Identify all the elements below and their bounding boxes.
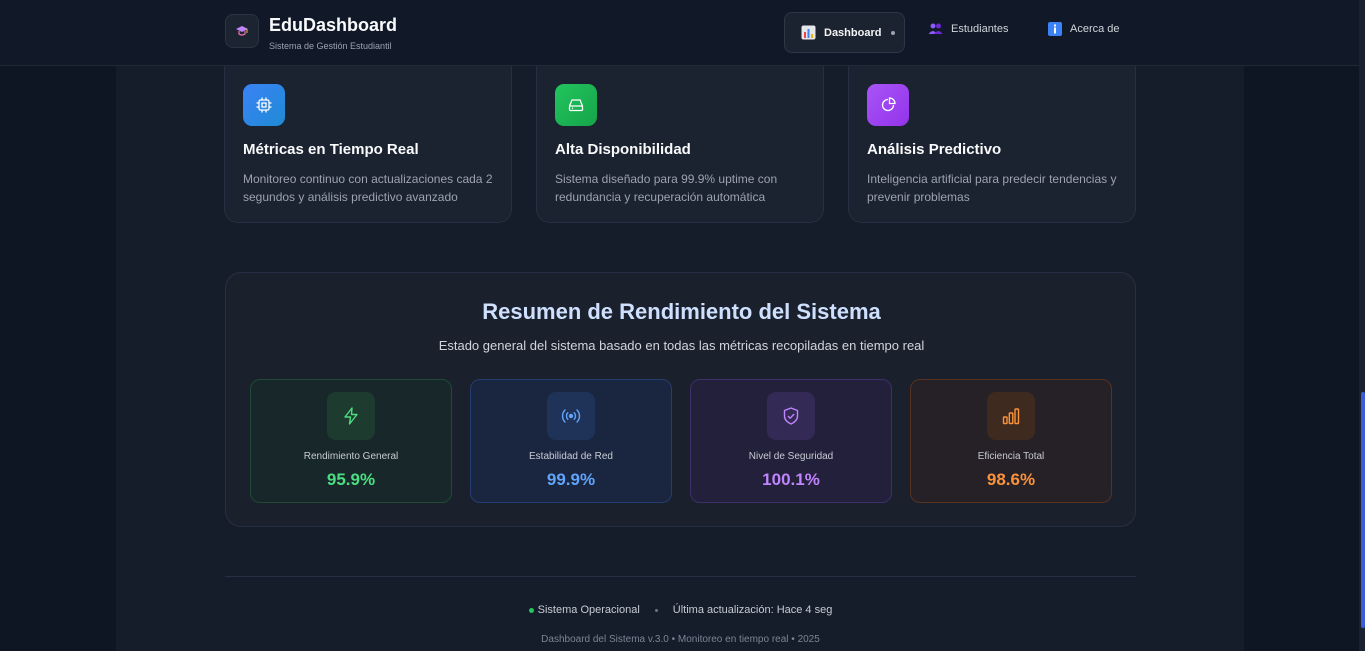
feature-card: Alta Disponibilidad Sistema diseñado par…	[536, 66, 824, 223]
footer-copyright: Dashboard del Sistema v.3.0 • Monitoreo …	[541, 634, 820, 645]
feature-icon-box	[867, 84, 909, 126]
summary-subtitle: Estado general del sistema basado en tod…	[438, 338, 925, 353]
metric-value: 98.6%	[986, 470, 1036, 489]
nav-tab-estudiantes[interactable]: Estudiantes	[928, 22, 1008, 35]
status-text: Sistema Operacional	[537, 604, 640, 616]
separator-dot	[654, 608, 658, 612]
metric-value: 95.9%	[326, 470, 376, 489]
system-status: Sistema Operacional	[528, 604, 640, 616]
feature-description: Inteligencia artificial para predecir te…	[867, 172, 1117, 204]
feature-title: Métricas en Tiempo Real	[243, 141, 419, 158]
metric-value: 100.1%	[762, 470, 820, 489]
hard-drive-icon	[568, 99, 584, 112]
feature-description: Monitoreo continuo con actualizaciones c…	[243, 172, 493, 204]
performance-summary-panel: Resumen de Rendimiento del Sistema Estad…	[225, 272, 1136, 527]
bar-chart-icon	[801, 25, 816, 40]
lightning-icon	[344, 407, 358, 425]
footer-status-bar: Sistema Operacional Última actualización…	[0, 604, 1361, 616]
pie-chart-icon	[881, 97, 896, 112]
scrollbar-thumb[interactable]	[1361, 392, 1365, 628]
nav-label-dashboard: Dashboard	[824, 26, 882, 39]
status-dot-icon	[528, 608, 534, 613]
app-logo[interactable]	[225, 14, 259, 48]
metric-icon-box	[547, 392, 595, 440]
cpu-icon	[256, 97, 272, 113]
summary-title: Resumen de Rendimiento del Sistema	[482, 299, 881, 324]
last-update-text: Última actualización: Hace 4 seg	[672, 604, 833, 616]
nav-label-acerca-de: Acerca de	[1070, 23, 1120, 35]
users-icon	[928, 23, 943, 34]
metric-label: Rendimiento General	[303, 451, 399, 462]
app-name: EduDashboard	[269, 15, 398, 35]
feature-card: Análisis Predictivo Inteligencia artific…	[848, 66, 1136, 223]
broadcast-icon	[561, 409, 581, 423]
vertical-scrollbar[interactable]	[1359, 0, 1365, 651]
metric-icon-box	[767, 392, 815, 440]
nav-tab-acerca-de[interactable]: Acerca de	[1048, 22, 1120, 36]
shield-check-icon	[783, 407, 799, 425]
metric-card-rendimiento: Rendimiento General 95.9%	[250, 379, 452, 503]
feature-description: Sistema diseñado para 99.9% uptime con r…	[555, 172, 778, 204]
feature-card: Métricas en Tiempo Real Monitoreo contin…	[224, 66, 512, 223]
feature-title: Análisis Predictivo	[867, 141, 1002, 158]
feature-icon-box	[555, 84, 597, 126]
metric-icon-box	[987, 392, 1035, 440]
metric-icon-box	[327, 392, 375, 440]
metric-card-estabilidad: Estabilidad de Red 99.9%	[470, 379, 672, 503]
metric-card-seguridad: Nivel de Seguridad 100.1%	[690, 379, 892, 503]
graduation-cap-icon	[236, 26, 248, 36]
nav-label-estudiantes: Estudiantes	[951, 22, 1009, 35]
metric-label: Nivel de Seguridad	[748, 451, 834, 462]
metric-value: 99.9%	[546, 470, 596, 489]
feature-title: Alta Disponibilidad	[555, 141, 691, 158]
app-subtitle: Sistema de Gestión Estudiantil	[269, 41, 392, 51]
nav-tab-dashboard[interactable]: Dashboard	[784, 12, 905, 53]
feature-icon-box	[243, 84, 285, 126]
top-header: EduDashboard Sistema de Gestión Estudian…	[0, 0, 1361, 66]
footer-divider	[225, 576, 1136, 577]
metric-card-eficiencia: Eficiencia Total 98.6%	[910, 379, 1112, 503]
metric-label: Estabilidad de Red	[529, 451, 613, 462]
metric-label: Eficiencia Total	[977, 451, 1045, 462]
bar-chart-icon	[1002, 408, 1020, 425]
info-icon	[1048, 22, 1062, 36]
active-indicator	[891, 30, 896, 35]
